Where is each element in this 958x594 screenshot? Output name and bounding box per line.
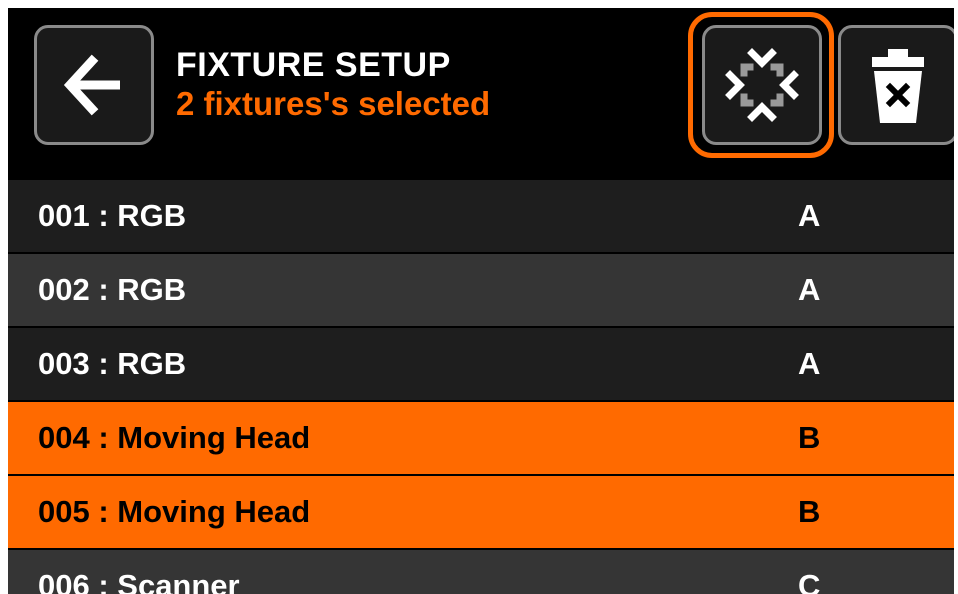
back-button[interactable] bbox=[34, 25, 154, 145]
fixture-group: B bbox=[798, 494, 821, 529]
fixture-label: 002 : RGB bbox=[38, 272, 187, 307]
fixture-group: A bbox=[798, 346, 821, 381]
trash-x-icon bbox=[872, 49, 924, 123]
fixture-group: C bbox=[798, 568, 821, 594]
page-title: FIXTURE SETUP bbox=[176, 46, 451, 84]
fixture-label: 006 : Scanner bbox=[38, 568, 240, 594]
fixture-label: 004 : Moving Head bbox=[38, 420, 311, 455]
fixture-row[interactable]: 001 : RGB A bbox=[8, 178, 954, 252]
title-block: FIXTURE SETUP 2 fixtures's selected bbox=[176, 46, 490, 124]
fixture-label: 001 : RGB bbox=[38, 198, 187, 233]
fixture-group: A bbox=[798, 198, 821, 233]
collapse-arrows-icon bbox=[725, 48, 799, 122]
fixture-row[interactable]: 002 : RGB A bbox=[8, 252, 954, 326]
fixture-row-selected[interactable]: 004 : Moving Head B bbox=[8, 400, 954, 474]
fixture-setup-screen: FIXTURE SETUP 2 fixtures's selected 001 … bbox=[8, 8, 954, 594]
fixture-group: B bbox=[798, 420, 821, 455]
selection-count: 2 fixtures's selected bbox=[176, 85, 491, 122]
fixture-label: 005 : Moving Head bbox=[38, 494, 311, 529]
arrow-left-icon bbox=[63, 54, 120, 116]
fixture-label: 003 : RGB bbox=[38, 346, 187, 381]
delete-fixtures-button[interactable] bbox=[838, 25, 954, 145]
fixture-list: 001 : RGB A 002 : RGB A 003 : RGB A 004 … bbox=[8, 178, 954, 594]
fixture-row[interactable]: 006 : Scanner C bbox=[8, 548, 954, 594]
header-bar: FIXTURE SETUP 2 fixtures's selected bbox=[8, 8, 954, 178]
fixture-row[interactable]: 003 : RGB A bbox=[8, 326, 954, 400]
fixture-row-selected[interactable]: 005 : Moving Head B bbox=[8, 474, 954, 548]
group-fixtures-button[interactable] bbox=[702, 25, 822, 145]
fixture-group: A bbox=[798, 272, 821, 307]
